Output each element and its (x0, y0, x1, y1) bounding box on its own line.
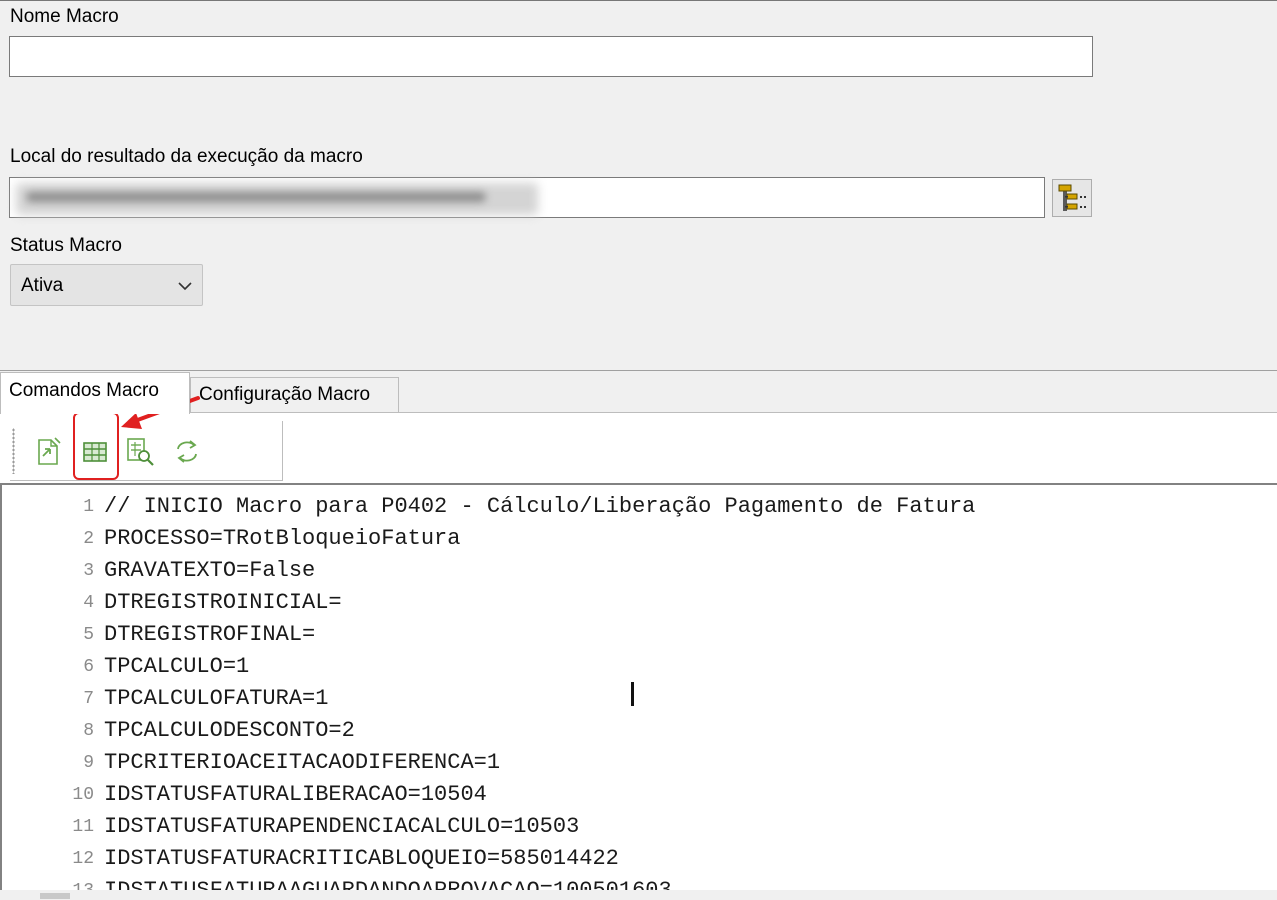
code-line: 11 IDSTATUSFATURAPENDENCIACALCULO=10503 (2, 811, 1277, 843)
status-select[interactable]: Ativa (10, 264, 203, 306)
code-line: 8 TPCALCULODESCONTO=2 (2, 715, 1277, 747)
line-number: 11 (72, 817, 94, 837)
tab-comandos-macro[interactable]: Comandos Macro (0, 372, 190, 414)
horizontal-scrollbar[interactable] (0, 890, 1277, 900)
code-text: PROCESSO=TRotBloqueioFatura (104, 526, 461, 551)
code-text: TPCALCULOFATURA=1 (104, 686, 329, 711)
line-number: 2 (83, 529, 94, 549)
window-top-border (0, 0, 1277, 1)
browse-folder-button[interactable] (1052, 179, 1092, 217)
tabstrip-divider (0, 370, 1277, 371)
result-path-label: Local do resultado da execução da macro (10, 146, 363, 167)
code-line: 9 TPCRITERIOACEITACAODIFERENCA=1 (2, 747, 1277, 779)
code-line: 3 GRAVATEXTO=False (2, 555, 1277, 587)
line-number: 12 (72, 849, 94, 869)
code-text: IDSTATUSFATURACRITICABLOQUEIO=585014422 (104, 846, 619, 871)
line-number: 4 (83, 593, 94, 613)
macro-name-label: Nome Macro (10, 6, 119, 27)
line-number: 10 (72, 785, 94, 805)
code-line: 12 IDSTATUSFATURACRITICABLOQUEIO=58501442… (2, 843, 1277, 875)
status-selected-value: Ativa (21, 275, 64, 296)
result-path-input[interactable] (9, 177, 1045, 218)
code-text: IDSTATUSFATURALIBERACAO=10504 (104, 782, 487, 807)
scrollbar-thumb[interactable] (40, 893, 70, 899)
code-text: GRAVATEXTO=False (104, 558, 316, 583)
code-text: TPCALCULO=1 (104, 654, 250, 679)
tab-configuracao-macro[interactable]: Configuração Macro (190, 377, 399, 412)
line-number: 3 (83, 561, 94, 581)
code-text: DTREGISTROINICIAL= (104, 590, 342, 615)
import-file-icon (38, 437, 61, 465)
line-number: 9 (83, 753, 94, 773)
status-label: Status Macro (10, 235, 122, 256)
import-file-button[interactable] (33, 434, 63, 468)
highlight-annotation-box (73, 412, 119, 480)
chevron-down-icon (178, 282, 192, 291)
line-number: 8 (83, 721, 94, 741)
code-text: DTREGISTROFINAL= (104, 622, 316, 647)
macro-code-editor[interactable]: 1 // INICIO Macro para P0402 - Cálculo/Li… (0, 483, 1277, 900)
code-line: 7 TPCALCULOFATURA=1 (2, 683, 1277, 715)
macro-name-input[interactable] (9, 36, 1093, 77)
code-line: 6 TPCALCULO=1 (2, 651, 1277, 683)
folder-tree-icon (1058, 184, 1086, 211)
toolbar-grip[interactable] (12, 428, 15, 474)
code-text: TPCRITERIOACEITACAODIFERENCA=1 (104, 750, 501, 775)
line-number: 7 (83, 689, 94, 709)
line-number: 1 (83, 497, 94, 517)
code-text: // INICIO Macro para P0402 - Cálculo/Lib… (104, 494, 976, 519)
code-line: 2 PROCESSO=TRotBloqueioFatura (2, 523, 1277, 555)
code-line: 4 DTREGISTROINICIAL= (2, 587, 1277, 619)
code-line: 1 // INICIO Macro para P0402 - Cálculo/Li… (2, 491, 1277, 523)
code-text: IDSTATUSFATURAPENDENCIACALCULO=10503 (104, 814, 580, 839)
text-cursor (631, 682, 634, 706)
code-line: 10 IDSTATUSFATURALIBERACAO=10504 (2, 779, 1277, 811)
line-number: 6 (83, 657, 94, 677)
code-text: TPCALCULODESCONTO=2 (104, 718, 355, 743)
line-number: 5 (83, 625, 94, 645)
redacted-path-text (26, 192, 486, 202)
code-line: 5 DTREGISTROFINAL= (2, 619, 1277, 651)
